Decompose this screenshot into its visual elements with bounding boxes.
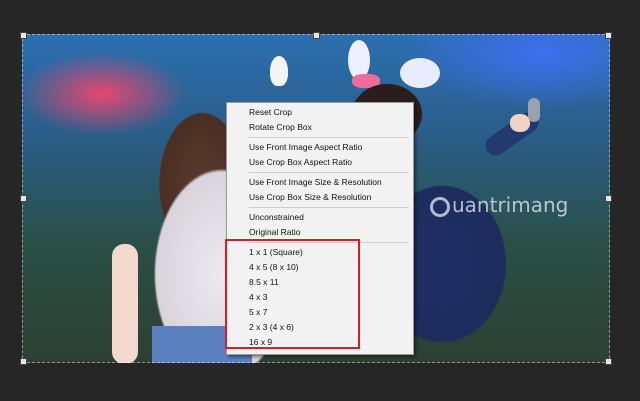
crop-handle-top-left[interactable] [20, 32, 27, 39]
menu-separator [249, 137, 409, 138]
watermark: uantrimang [430, 190, 568, 220]
menu-item-unconstrained[interactable]: Unconstrained [249, 210, 304, 224]
crop-handle-left-mid[interactable] [20, 195, 27, 202]
menu-item-front-image-aspect[interactable]: Use Front Image Aspect Ratio [249, 140, 362, 154]
menu-separator [249, 172, 409, 173]
crop-handle-top-mid[interactable] [313, 32, 320, 39]
watermark-text: uantrimang [452, 193, 569, 217]
crop-handle-right-mid[interactable] [605, 195, 612, 202]
crop-handle-bottom-left[interactable] [20, 358, 27, 365]
crop-handle-bottom-right[interactable] [605, 358, 612, 365]
menu-item-original-ratio[interactable]: Original Ratio [249, 225, 301, 239]
menu-item-front-image-size[interactable]: Use Front Image Size & Resolution [249, 175, 382, 189]
menu-item-reset-crop[interactable]: Reset Crop [249, 105, 292, 119]
highlight-box [225, 239, 360, 349]
menu-item-crop-box-size[interactable]: Use Crop Box Size & Resolution [249, 190, 371, 204]
watermark-logo-icon [430, 196, 450, 217]
crop-handle-top-right[interactable] [605, 32, 612, 39]
menu-separator [249, 207, 409, 208]
menu-item-rotate-crop-box[interactable]: Rotate Crop Box [249, 120, 312, 134]
menu-item-crop-box-aspect[interactable]: Use Crop Box Aspect Ratio [249, 155, 352, 169]
